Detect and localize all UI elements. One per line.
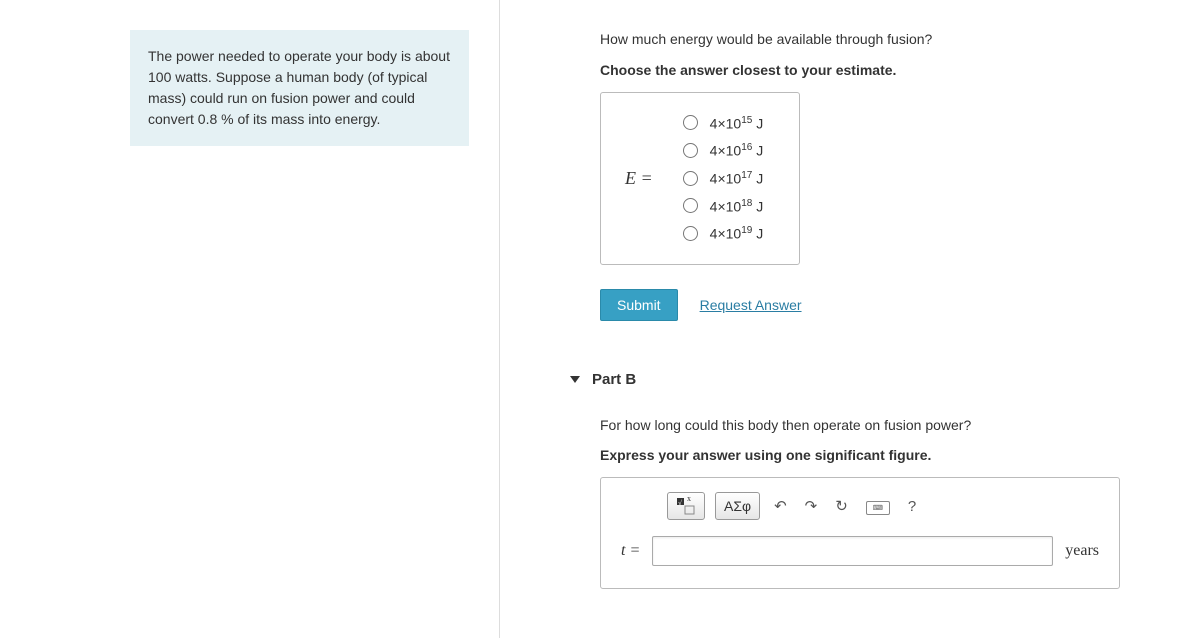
part-b-question: For how long could this body then operat…	[600, 416, 1160, 436]
redo-icon[interactable]: ↷	[801, 497, 822, 515]
answer-panel: How much energy would be available throu…	[500, 0, 1200, 638]
fraction-button[interactable]: x √	[667, 492, 705, 520]
caret-down-icon[interactable]	[570, 376, 580, 383]
equals-label: E =	[625, 168, 653, 189]
toolbar: x √ ΑΣφ ↶ ↷ ↻ ⌨ ?	[667, 492, 1099, 520]
problem-panel: The power needed to operate your body is…	[0, 0, 500, 638]
svg-text:x: x	[687, 497, 691, 503]
option-4[interactable]: 4×1018 J	[683, 198, 764, 215]
svg-text:√: √	[678, 499, 682, 507]
part-b-header: Part B	[570, 371, 1160, 388]
option-3[interactable]: 4×1017 J	[683, 170, 764, 187]
part-b-instruction: Express your answer using one significan…	[600, 447, 1160, 463]
radio-4[interactable]	[683, 198, 698, 213]
option-3-label: 4×1017 J	[710, 170, 764, 187]
part-b-answer-box: x √ ΑΣφ ↶ ↷ ↻ ⌨ ? t = years	[600, 477, 1120, 589]
fraction-icon: x √	[676, 497, 696, 515]
part-a-question: How much energy would be available throu…	[600, 30, 1160, 50]
input-label: t =	[621, 542, 640, 560]
greek-button[interactable]: ΑΣφ	[715, 492, 760, 520]
option-2-label: 4×1016 J	[710, 142, 764, 159]
radio-1[interactable]	[683, 115, 698, 130]
info-box: The power needed to operate your body is…	[130, 30, 469, 146]
option-1-label: 4×1015 J	[710, 115, 764, 132]
options-list: 4×1015 J 4×1016 J 4×1017 J 4×1018 J 4×10…	[683, 115, 764, 242]
option-4-label: 4×1018 J	[710, 198, 764, 215]
part-b-title: Part B	[592, 371, 636, 388]
option-1[interactable]: 4×1015 J	[683, 115, 764, 132]
part-a-answer-box: E = 4×1015 J 4×1016 J 4×1017 J 4×1018 J	[600, 92, 800, 265]
part-a-buttons: Submit Request Answer	[600, 289, 1160, 321]
time-input[interactable]	[652, 536, 1053, 566]
radio-3[interactable]	[683, 171, 698, 186]
info-text: The power needed to operate your body is…	[148, 48, 450, 127]
part-a-instruction: Choose the answer closest to your estima…	[600, 62, 1160, 78]
option-5-label: 4×1019 J	[710, 225, 764, 242]
radio-2[interactable]	[683, 143, 698, 158]
option-2[interactable]: 4×1016 J	[683, 142, 764, 159]
option-5[interactable]: 4×1019 J	[683, 225, 764, 242]
undo-icon[interactable]: ↶	[770, 497, 791, 515]
keyboard-icon[interactable]: ⌨	[862, 497, 894, 515]
submit-button[interactable]: Submit	[600, 289, 678, 321]
reset-icon[interactable]: ↻	[831, 497, 852, 515]
help-icon[interactable]: ?	[904, 498, 920, 515]
request-answer-link[interactable]: Request Answer	[700, 297, 802, 313]
unit-label: years	[1065, 542, 1099, 560]
radio-5[interactable]	[683, 226, 698, 241]
input-row: t = years	[621, 536, 1099, 566]
